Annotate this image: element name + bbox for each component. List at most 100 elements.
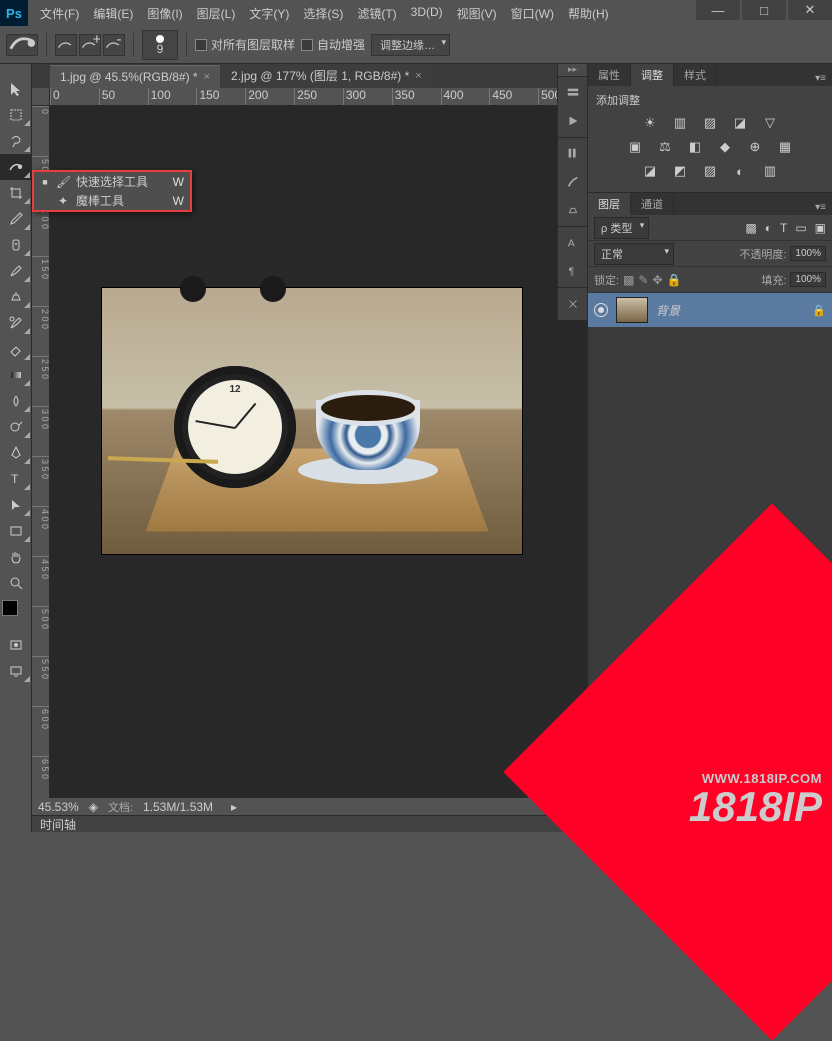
selection-subtract-icon[interactable]: - (103, 34, 125, 56)
zoom-tool[interactable] (0, 570, 32, 596)
quick-mask-tool[interactable] (0, 632, 32, 658)
move-tool[interactable] (0, 76, 32, 102)
maximize-button[interactable]: □ (742, 0, 786, 20)
timeline-bar[interactable]: 时间轴 (32, 815, 587, 832)
brush-size-picker[interactable]: 9 (142, 30, 178, 60)
menu-window[interactable]: 窗口(W) (505, 1, 560, 26)
adj-bw-icon[interactable]: ◧ (686, 138, 704, 156)
tab-channels[interactable]: 通道 (631, 193, 674, 215)
blur-tool[interactable] (0, 388, 32, 414)
menu-image[interactable]: 图像(I) (141, 1, 188, 26)
filter-smart-icon[interactable]: ▣ (815, 221, 826, 235)
eraser-tool[interactable] (0, 336, 32, 362)
hand-tool[interactable] (0, 544, 32, 570)
sample-all-layers-checkbox[interactable]: 对所有图层取样 (195, 36, 295, 53)
layer-row-background[interactable]: 背景 🔒 (588, 293, 832, 327)
layer-thumbnail[interactable] (616, 297, 648, 323)
tab-properties[interactable]: 属性 (588, 64, 631, 86)
menu-3d[interactable]: 3D(D) (405, 1, 449, 26)
auto-enhance-checkbox[interactable]: 自动增强 (301, 36, 365, 53)
document-tab-1[interactable]: 1.jpg @ 45.5%(RGB/8#) * × (50, 65, 220, 88)
current-tool-icon[interactable] (6, 34, 38, 56)
close-tab-icon[interactable]: × (415, 70, 421, 82)
layer-name[interactable]: 背景 (656, 302, 680, 319)
paragraph-panel-icon[interactable]: ¶ (561, 259, 585, 283)
menu-filter[interactable]: 滤镜(T) (351, 1, 402, 26)
selection-new-icon[interactable] (55, 34, 77, 56)
adj-brightness-icon[interactable]: ☀ (641, 114, 659, 132)
adj-selective-color-icon[interactable]: ▥ (761, 162, 779, 180)
adj-color-lookup-icon[interactable]: ▦ (776, 138, 794, 156)
visibility-toggle-icon[interactable] (594, 303, 608, 317)
fill-value[interactable]: 100% (790, 272, 826, 287)
foreground-color-swatch[interactable] (2, 600, 18, 616)
adj-channel-mixer-icon[interactable]: ⊕ (746, 138, 764, 156)
adj-gradient-map-icon[interactable]: ◐ (731, 162, 749, 180)
adj-invert-icon[interactable]: ◪ (641, 162, 659, 180)
horizontal-ruler[interactable]: 050100150200250300350400450500 (50, 88, 587, 106)
type-tool[interactable]: T (0, 466, 32, 492)
clone-source-icon[interactable] (561, 198, 585, 222)
dodge-tool[interactable] (0, 414, 32, 440)
adj-posterize-icon[interactable]: ◩ (671, 162, 689, 180)
panel-menu-icon[interactable]: ▾≡ (809, 71, 832, 86)
layer-filter-dropdown[interactable]: ρ 类型 (594, 217, 649, 239)
lock-transparent-icon[interactable]: ▩ (623, 273, 634, 287)
flyout-item-quick-selection[interactable]: ■ 🖌 快速选择工具 W (34, 172, 190, 191)
tab-adjustments[interactable]: 调整 (631, 64, 674, 86)
history-panel-icon[interactable] (561, 81, 585, 105)
brush-tool[interactable] (0, 258, 32, 284)
close-tab-icon[interactable]: × (204, 71, 210, 83)
flyout-item-magic-wand[interactable]: ✦ 魔棒工具 W (34, 191, 190, 210)
lock-all-icon[interactable]: 🔒 (667, 273, 682, 287)
brush-panel-icon[interactable] (561, 142, 585, 166)
adj-vibrance-icon[interactable]: ▽ (761, 114, 779, 132)
eyedropper-tool[interactable] (0, 206, 32, 232)
path-selection-tool[interactable] (0, 492, 32, 518)
zoom-value[interactable]: 45.53% (38, 800, 79, 814)
adj-hue-icon[interactable]: ▣ (626, 138, 644, 156)
filter-type-icon[interactable]: T (780, 221, 787, 235)
expand-arrow-icon[interactable]: ▸▸ (558, 64, 587, 76)
filter-pixel-icon[interactable]: ▩ (745, 221, 756, 235)
tab-styles[interactable]: 样式 (674, 64, 717, 86)
adj-levels-icon[interactable]: ▥ (671, 114, 689, 132)
status-nav-icon[interactable]: ◈ (89, 800, 98, 814)
history-brush-tool[interactable] (0, 310, 32, 336)
menu-view[interactable]: 视图(V) (451, 1, 503, 26)
menu-edit[interactable]: 编辑(E) (87, 1, 139, 26)
color-swatches[interactable] (2, 600, 30, 628)
lasso-tool[interactable] (0, 128, 32, 154)
document-tab-2[interactable]: 2.jpg @ 177% (图层 1, RGB/8#) * × (221, 64, 432, 88)
adj-photo-filter-icon[interactable]: ◆ (716, 138, 734, 156)
shape-tool[interactable] (0, 518, 32, 544)
marquee-tool[interactable] (0, 102, 32, 128)
minimize-button[interactable]: — (696, 0, 740, 20)
character-panel-icon[interactable]: A (561, 231, 585, 255)
close-button[interactable]: ✕ (788, 0, 832, 20)
lock-pixels-icon[interactable]: ✎ (638, 273, 648, 287)
menu-help[interactable]: 帮助(H) (562, 1, 615, 26)
selection-add-icon[interactable]: + (79, 34, 101, 56)
status-arrow-icon[interactable]: ▸ (231, 800, 237, 814)
filter-adjust-icon[interactable]: ◐ (765, 221, 772, 235)
menu-type[interactable]: 文字(Y) (243, 1, 295, 26)
quick-selection-tool[interactable] (0, 154, 32, 180)
menu-layer[interactable]: 图层(L) (191, 1, 242, 26)
healing-brush-tool[interactable] (0, 232, 32, 258)
gradient-tool[interactable] (0, 362, 32, 388)
opacity-value[interactable]: 100% (790, 246, 826, 261)
adj-curves-icon[interactable]: ▨ (701, 114, 719, 132)
refine-edge-button[interactable]: 调整边缘… (371, 34, 450, 56)
tool-presets-icon[interactable] (561, 292, 585, 316)
menu-select[interactable]: 选择(S) (297, 1, 349, 26)
panel-menu-icon[interactable]: ▾≡ (809, 200, 832, 215)
menu-file[interactable]: 文件(F) (34, 1, 85, 26)
tab-layers[interactable]: 图层 (588, 193, 631, 215)
adj-exposure-icon[interactable]: ◪ (731, 114, 749, 132)
screen-mode-tool[interactable] (0, 658, 32, 684)
lock-position-icon[interactable]: ✥ (652, 273, 662, 287)
blend-mode-dropdown[interactable]: 正常 (594, 243, 674, 265)
adj-color-balance-icon[interactable]: ⚖ (656, 138, 674, 156)
adj-threshold-icon[interactable]: ▨ (701, 162, 719, 180)
